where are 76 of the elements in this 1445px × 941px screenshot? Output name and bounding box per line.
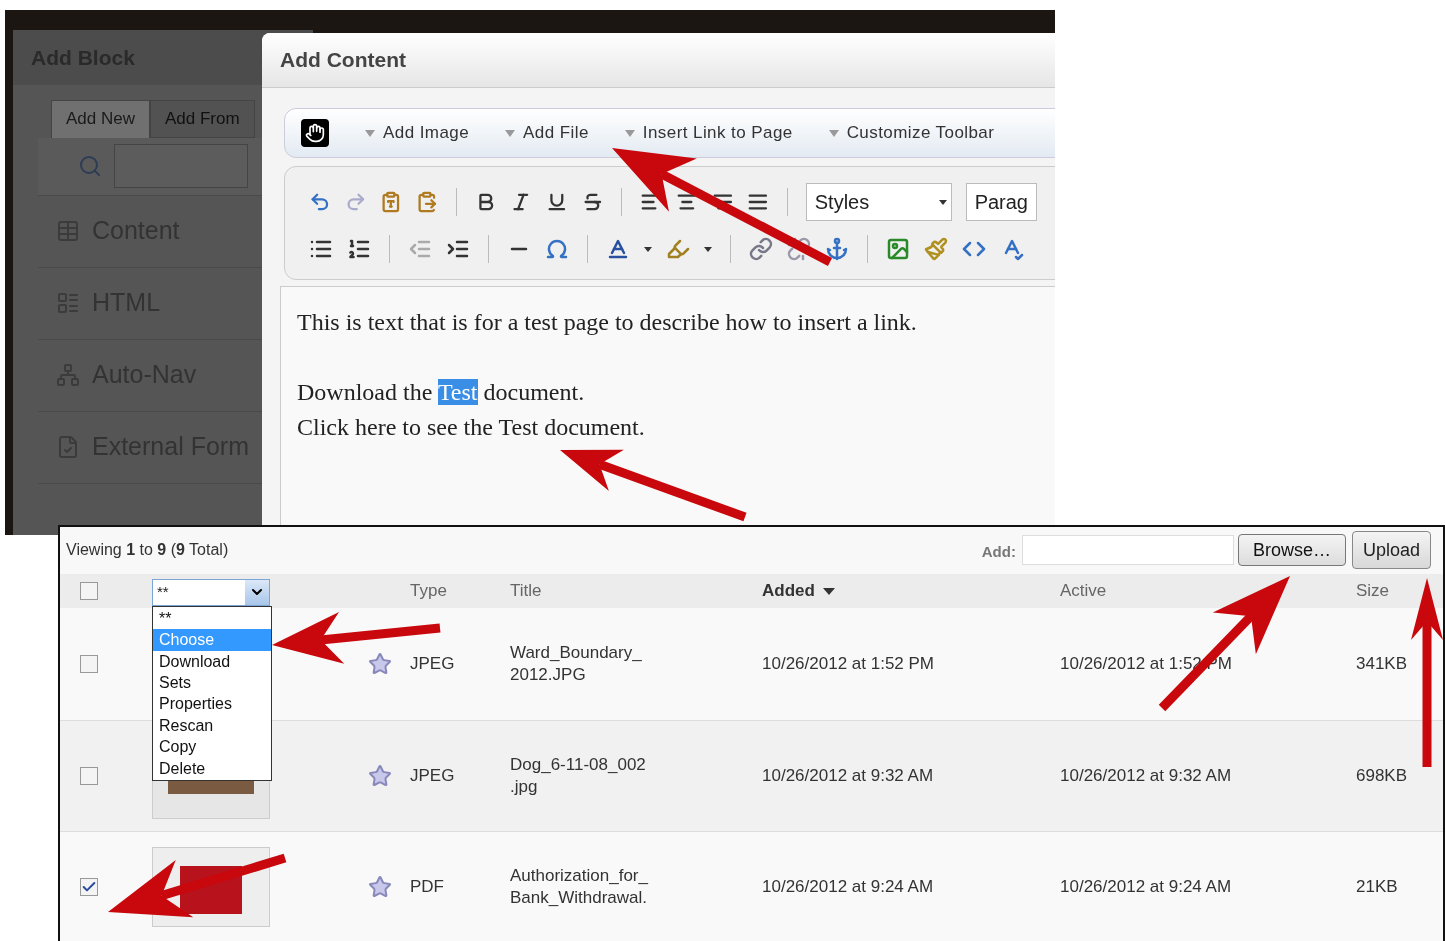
dropdown-option[interactable]: Download xyxy=(153,650,271,673)
date-cell-text: 10/26/2012 at 9:24 AM xyxy=(1060,876,1233,899)
date-cell-text: 10/26/2012 at 9:24 AM xyxy=(762,876,935,899)
date-cell-text: 10/26/2012 at 9:32 AM xyxy=(1060,765,1233,788)
styles-select[interactable]: Styles xyxy=(805,183,952,221)
highlight-icon[interactable] xyxy=(666,237,690,261)
paragraph: This is text that is for a test page to describe how to insert a link. xyxy=(297,308,918,337)
favorite-star-icon[interactable] xyxy=(368,875,392,899)
caret-icon[interactable] xyxy=(704,246,712,252)
caret-icon xyxy=(365,129,375,137)
column-header[interactable]: Title xyxy=(510,578,762,604)
checkbox[interactable] xyxy=(80,878,98,896)
caret-icon[interactable] xyxy=(644,246,652,252)
browse-button[interactable]: Browse… xyxy=(1237,534,1346,567)
column-header[interactable]: Size xyxy=(1356,578,1443,604)
type-cell-text: JPEG xyxy=(410,653,456,676)
caret-icon xyxy=(828,129,839,137)
format-select[interactable]: Parag xyxy=(965,183,1037,221)
column-header[interactable]: Type xyxy=(410,578,510,604)
toolbar-menu[interactable]: Insert Link to Page xyxy=(624,120,793,146)
results-summary: Viewing 1 to 9 (9 Total) xyxy=(66,540,229,561)
dropdown-option[interactable]: Sets xyxy=(153,672,271,694)
type-cell-text: PDF xyxy=(410,876,445,899)
block-icon xyxy=(56,363,80,387)
size-cell-text: 21KB xyxy=(1356,876,1399,899)
caret-icon[interactable] xyxy=(938,199,947,205)
column-header[interactable]: Added xyxy=(762,578,1060,604)
toolbar-menu[interactable]: Add File xyxy=(505,120,589,146)
type-cell-text: JPEG xyxy=(410,765,456,788)
dropdown-option[interactable]: Copy xyxy=(153,736,271,758)
checkbox[interactable] xyxy=(80,655,98,674)
column-header[interactable]: Active xyxy=(1060,578,1356,604)
checkbox[interactable] xyxy=(80,766,98,785)
image-icon[interactable] xyxy=(886,237,910,261)
dropdown-option[interactable]: Properties xyxy=(153,693,271,715)
title-cell-text: Authorization_for_ Bank_Withdrawal. xyxy=(510,865,649,909)
add-label: Add: xyxy=(981,542,1016,562)
dropdown-option[interactable]: Delete xyxy=(153,757,271,779)
upload-button[interactable]: Upload xyxy=(1351,531,1431,570)
size-cell-text: 698KB xyxy=(1356,765,1409,788)
block-icon xyxy=(56,219,80,243)
date-cell-text: 10/26/2012 at 9:32 AM xyxy=(762,765,935,788)
title-cell-text: Ward_Boundary_ 2012.JPG xyxy=(510,642,643,687)
dropdown-option[interactable]: ** xyxy=(153,607,271,630)
paragraph: Click here to see the Test document. xyxy=(297,413,646,442)
omega-icon[interactable] xyxy=(545,237,569,261)
dropdown-option[interactable]: Rescan xyxy=(153,714,271,737)
dialog-title: Add Content xyxy=(280,47,406,74)
paste-word-icon[interactable] xyxy=(416,190,438,214)
favorite-star-icon[interactable] xyxy=(368,763,392,788)
search-field[interactable] xyxy=(114,144,248,188)
size-cell-text: 341KB xyxy=(1356,653,1409,676)
title-cell-text: Dog_6-11-08_002 .jpg xyxy=(510,753,647,798)
bulk-action-select[interactable]: ** xyxy=(152,578,270,606)
date-cell-text: 10/26/2012 at 1:52 PM xyxy=(762,653,936,676)
toolbar-menu[interactable]: Customize Toolbar xyxy=(828,120,995,146)
search-icon xyxy=(78,154,102,178)
tab[interactable]: Add New xyxy=(51,100,150,138)
caret-icon xyxy=(505,129,516,137)
brush-icon[interactable] xyxy=(924,237,948,261)
favorite-star-icon[interactable] xyxy=(368,652,392,677)
anchor-icon[interactable] xyxy=(825,237,849,261)
toolbar-menu[interactable]: Add Image xyxy=(365,120,470,146)
unlink-icon[interactable] xyxy=(787,237,811,261)
paste-text-icon[interactable] xyxy=(380,190,402,214)
block-icon xyxy=(56,291,80,315)
file-input-field[interactable] xyxy=(1021,535,1234,566)
logo-icon xyxy=(301,119,329,147)
checkbox[interactable] xyxy=(80,582,98,600)
sort-caret-icon xyxy=(822,587,835,595)
paragraph: Download the Test document. xyxy=(297,378,586,407)
text-color-icon[interactable] xyxy=(606,237,630,261)
link-icon[interactable] xyxy=(749,237,773,261)
block-icon xyxy=(56,435,80,459)
caret-icon xyxy=(624,129,635,137)
numbered-list-icon[interactable] xyxy=(347,237,371,261)
